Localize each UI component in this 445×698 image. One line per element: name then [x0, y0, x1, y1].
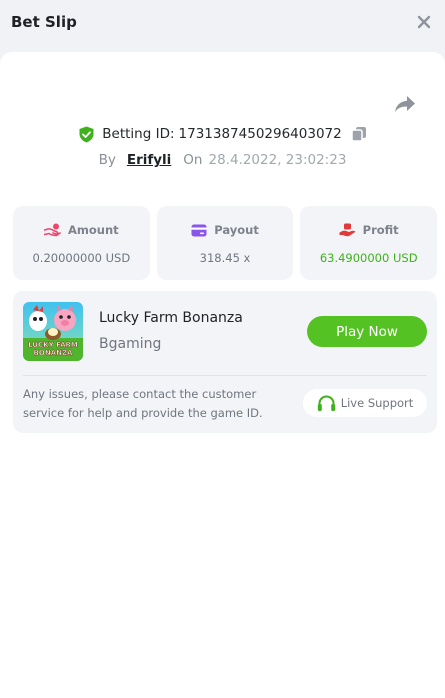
stat-payout-label: Payout	[214, 223, 259, 237]
headset-icon	[317, 394, 335, 411]
close-icon	[417, 15, 431, 29]
user-link[interactable]: Erifyli	[127, 152, 171, 168]
stat-payout-value: 318.45 x	[199, 251, 251, 265]
game-thumbnail[interactable]: LUCKY FARM BONANZA	[23, 302, 83, 361]
betting-id-label: Betting ID:	[102, 126, 175, 142]
bet-slip-panel: Betting ID: 1731387450296403072 By Erify…	[0, 52, 445, 698]
live-support-label: Live Support	[340, 396, 414, 410]
stats-row: Amount 0.20000000 USD Payout 318.45 x Pr…	[13, 206, 438, 280]
help-text: Any issues, please contact the customer …	[23, 387, 263, 420]
stat-amount-label: Amount	[68, 223, 119, 237]
stat-profit-value: 63.4900000 USD	[319, 251, 418, 265]
bet-meta-row: By Erifyli On 28.4.2022, 23:02:23	[0, 149, 445, 171]
stat-amount: Amount 0.20000000 USD	[13, 206, 150, 280]
header: Bet Slip	[0, 0, 445, 48]
close-button[interactable]	[414, 12, 434, 32]
money-hand-icon	[339, 223, 356, 237]
svg-text:LUCKY FARM: LUCKY FARM	[28, 341, 78, 349]
on-label: On	[183, 152, 203, 168]
share-icon[interactable]	[394, 95, 416, 113]
bet-date: 28.4.2022, 23:02:23	[208, 152, 347, 168]
stat-profit: Profit 63.4900000 USD	[300, 206, 438, 280]
stat-profit-label: Profit	[362, 223, 399, 237]
divider	[23, 375, 427, 376]
stat-amount-value: 0.20000000 USD	[32, 251, 131, 265]
svg-text:BONANZA: BONANZA	[34, 349, 73, 357]
play-now-button[interactable]: Play Now	[307, 316, 427, 347]
coins-hand-icon	[44, 223, 61, 237]
game-card: LUCKY FARM BONANZA Lucky Farm Bonanza Bg…	[13, 291, 437, 433]
betting-id-value: 1731387450296403072	[178, 126, 342, 142]
copy-icon[interactable]	[350, 126, 367, 142]
card-icon	[191, 224, 207, 236]
game-name: Lucky Farm Bonanza	[99, 310, 243, 326]
stat-payout: Payout 318.45 x	[156, 206, 294, 280]
by-label: By	[98, 152, 116, 168]
game-provider: Bgaming	[99, 336, 162, 352]
live-support-button[interactable]: Live Support	[303, 389, 427, 417]
game-thumbnail-art: LUCKY FARM BONANZA	[23, 302, 83, 361]
betting-id-row: Betting ID: 1731387450296403072	[0, 123, 445, 145]
verified-shield-icon	[79, 126, 94, 142]
page-title: Bet Slip	[11, 13, 77, 31]
